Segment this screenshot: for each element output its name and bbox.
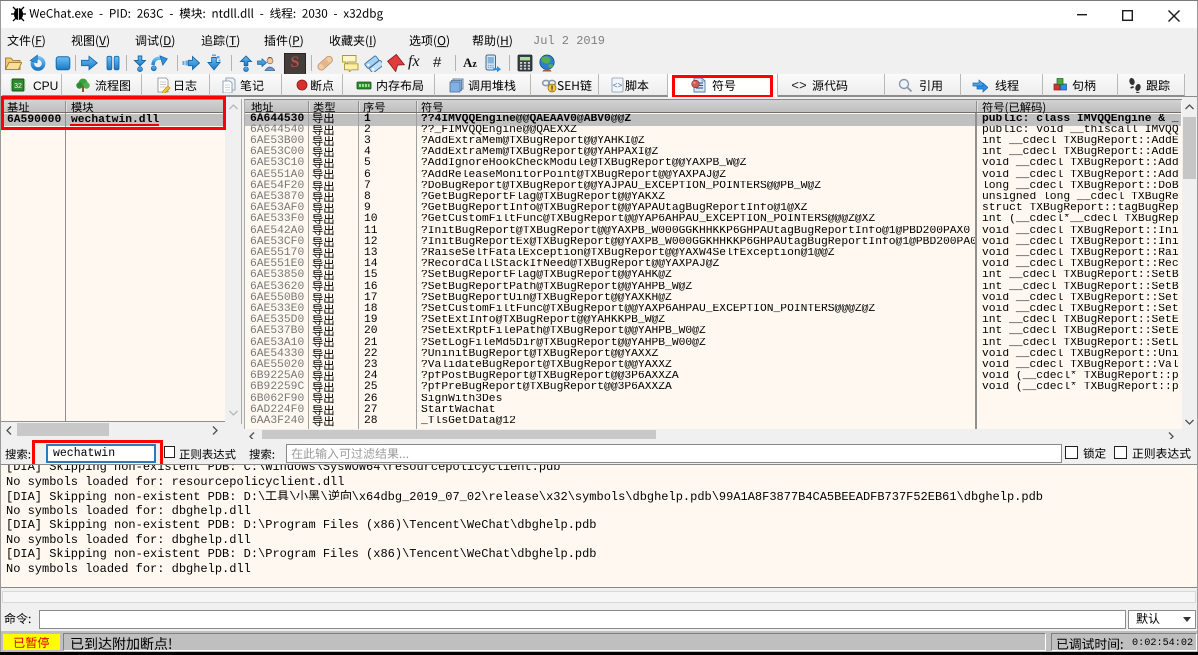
svg-text:<>: <> [791, 79, 806, 94]
svg-text:<>: <> [613, 82, 623, 91]
svg-text:!: ! [551, 86, 553, 93]
svg-text:32: 32 [14, 83, 22, 90]
